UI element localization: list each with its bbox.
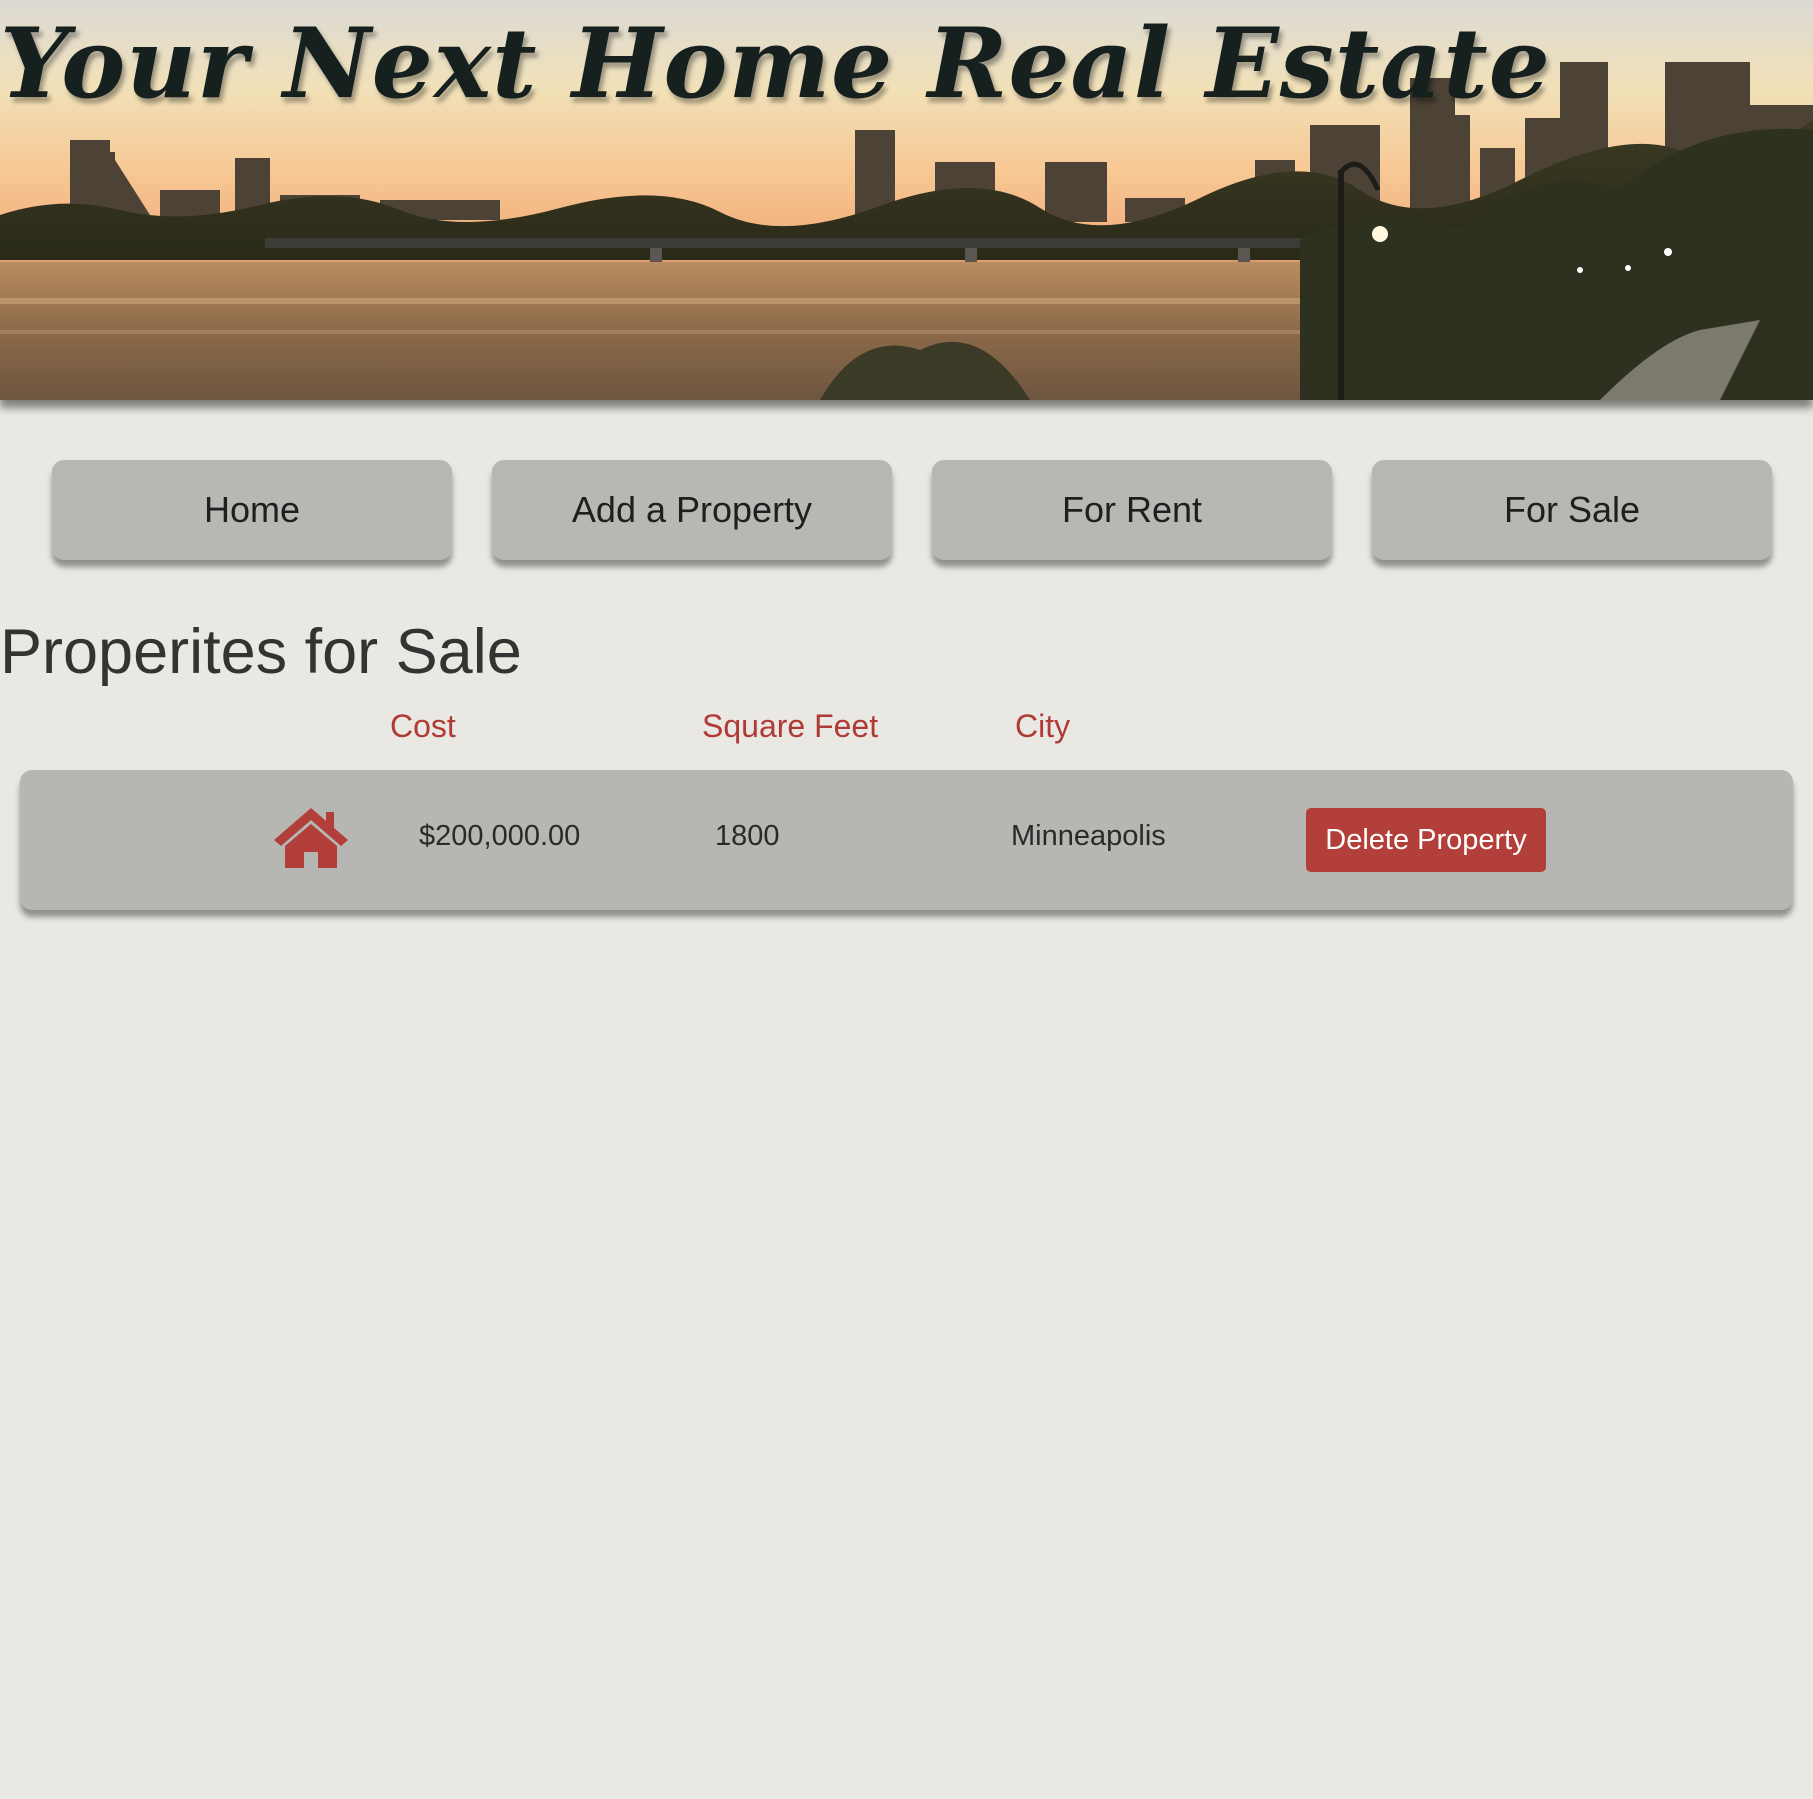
property-city: Minneapolis [1011,820,1166,852]
nav-add-property-button[interactable]: Add a Property [492,460,892,560]
header-banner: Your Next Home Real Estate [0,0,1813,400]
column-header-square-feet: Square Feet [702,708,879,744]
page-title: Properites for Sale [0,617,522,687]
nav-for-rent-button[interactable]: For Rent [932,460,1332,560]
property-cost: $200,000.00 [419,820,581,852]
property-row: $200,000.00 1800 Minneapolis Delete Prop… [20,770,1793,910]
delete-property-button[interactable]: Delete Property [1306,808,1546,872]
site-title: Your Next Home Real Estate [0,7,1551,120]
column-header-city: City [1015,708,1071,744]
property-square-feet: 1800 [715,820,780,852]
nav-home-button[interactable]: Home [52,460,452,560]
house-icon [274,808,348,868]
column-header-cost: Cost [390,708,456,744]
main-nav: Home Add a Property For Rent For Sale [52,460,1772,560]
nav-for-sale-button[interactable]: For Sale [1372,460,1772,560]
